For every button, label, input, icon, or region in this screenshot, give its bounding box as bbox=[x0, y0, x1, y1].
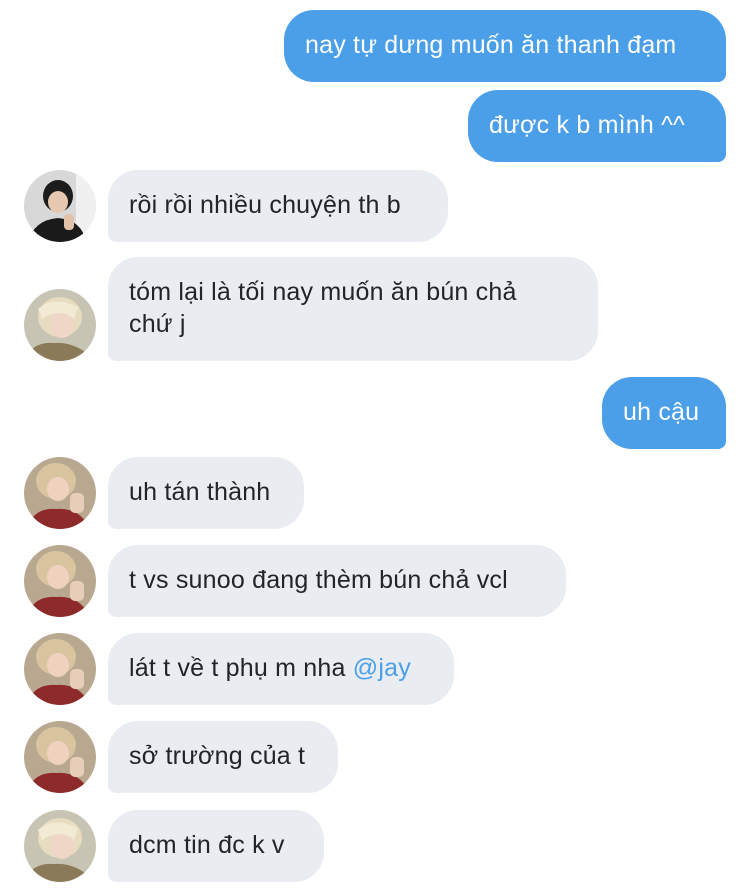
message-bubble-incoming[interactable]: dcm tin đc k v bbox=[108, 810, 324, 882]
avatar[interactable] bbox=[24, 633, 96, 705]
avatar-red-shirt-icon bbox=[24, 457, 96, 529]
message-bubble-incoming[interactable]: tóm lại là tối nay muốn ăn bún chả chứ j bbox=[108, 257, 598, 361]
avatar[interactable] bbox=[24, 170, 96, 242]
avatar-red-shirt-icon bbox=[24, 633, 96, 705]
avatar[interactable] bbox=[24, 289, 96, 361]
message-bubble-incoming[interactable]: lát t về t phụ m nha @jay bbox=[108, 633, 454, 705]
message-bubble-incoming[interactable]: uh tán thành bbox=[108, 457, 304, 529]
avatar-red-shirt-icon bbox=[24, 545, 96, 617]
message-bubble-incoming[interactable]: rồi rồi nhiều chuyện th b bbox=[108, 170, 448, 242]
avatar[interactable] bbox=[24, 545, 96, 617]
avatar-blonde-hair-icon bbox=[24, 289, 96, 361]
message-bubble-outgoing[interactable]: được k b mình ^^ bbox=[468, 90, 726, 162]
message-text: rồi rồi nhiều chuyện th b bbox=[129, 191, 401, 219]
message-text-line: tóm lại là tối nay muốn ăn bún chả bbox=[129, 278, 517, 306]
message-text: t vs sunoo đang thèm bún chả vcl bbox=[129, 566, 508, 594]
user-mention-link[interactable]: @jay bbox=[353, 654, 411, 682]
message-bubble-incoming[interactable]: sở trường của t bbox=[108, 721, 338, 793]
avatar[interactable] bbox=[24, 810, 96, 882]
message-text: dcm tin đc k v bbox=[129, 831, 285, 859]
message-bubble-incoming[interactable]: t vs sunoo đang thèm bún chả vcl bbox=[108, 545, 566, 617]
avatar-dark-hair-icon bbox=[24, 170, 96, 242]
message-bubble-outgoing[interactable]: nay tự dưng muốn ăn thanh đạm bbox=[284, 10, 726, 82]
avatar-red-shirt-icon bbox=[24, 721, 96, 793]
message-text: được k b mình ^^ bbox=[489, 111, 685, 139]
message-text: lát t về t phụ m nha bbox=[129, 654, 353, 682]
message-text: nay tự dưng muốn ăn thanh đạm bbox=[305, 31, 677, 59]
message-text: uh cậu bbox=[623, 398, 700, 426]
avatar[interactable] bbox=[24, 457, 96, 529]
avatar[interactable] bbox=[24, 721, 96, 793]
message-text: sở trường của t bbox=[129, 742, 306, 770]
message-text: uh tán thành bbox=[129, 478, 271, 506]
avatar-blonde-hair-icon bbox=[24, 810, 96, 882]
message-bubble-outgoing[interactable]: uh cậu bbox=[602, 377, 726, 449]
message-text-line: chứ j bbox=[129, 310, 186, 338]
